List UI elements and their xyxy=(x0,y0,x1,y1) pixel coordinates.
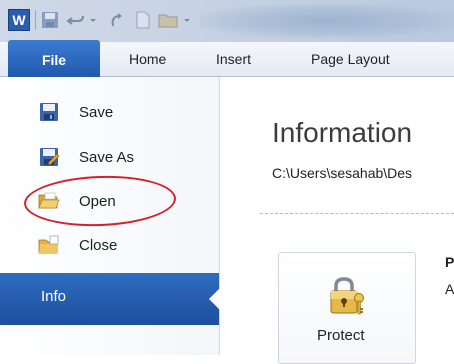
redo-icon[interactable] xyxy=(108,9,128,31)
permissions-text-fragment: A xyxy=(445,281,454,297)
toolbar-separator xyxy=(35,10,36,30)
open-icon[interactable] xyxy=(158,9,180,31)
word-app-icon[interactable]: W xyxy=(8,9,30,31)
menu-item-save[interactable]: Save xyxy=(0,97,219,127)
info-content: Information C:\Users\sesahab\Des Protect… xyxy=(220,77,454,364)
selected-arrow-indicator xyxy=(209,288,220,310)
tab-insert[interactable]: Insert xyxy=(216,42,251,76)
tab-file[interactable]: File xyxy=(8,40,100,78)
ribbon-tabs: File Home Insert Page Layout xyxy=(0,40,454,78)
close-folder-icon xyxy=(38,235,59,254)
tab-page-layout[interactable]: Page Layout xyxy=(311,42,390,76)
menu-item-info[interactable]: Info xyxy=(0,273,220,325)
protect-document-button[interactable]: Protect xyxy=(278,252,416,364)
title-blur xyxy=(200,4,454,38)
menu-item-save-as[interactable]: Save As xyxy=(0,142,219,172)
menu-item-label: Info xyxy=(41,288,67,305)
undo-icon[interactable] xyxy=(66,9,86,31)
save-icon[interactable] xyxy=(40,9,60,31)
menu-item-close[interactable]: Close xyxy=(0,230,219,260)
tab-home[interactable]: Home xyxy=(129,42,166,76)
new-document-icon[interactable] xyxy=(134,9,152,31)
menu-item-label: Save xyxy=(79,103,114,121)
protect-label: Protect xyxy=(317,327,365,344)
title-bar: W xyxy=(0,0,454,42)
save-as-icon xyxy=(40,148,60,166)
save-icon xyxy=(40,103,58,121)
menu-item-label: Save As xyxy=(79,148,135,166)
customize-toolbar-icon[interactable] xyxy=(182,9,192,31)
lock-key-icon xyxy=(330,277,364,315)
permissions-heading-fragment: P xyxy=(445,254,454,270)
file-path: C:\Users\sesahab\Des xyxy=(272,165,413,181)
page-title: Information xyxy=(272,117,413,148)
dropdown-arrow-icon[interactable] xyxy=(88,9,98,31)
menu-item-label: Close xyxy=(79,236,118,254)
divider xyxy=(260,213,454,214)
